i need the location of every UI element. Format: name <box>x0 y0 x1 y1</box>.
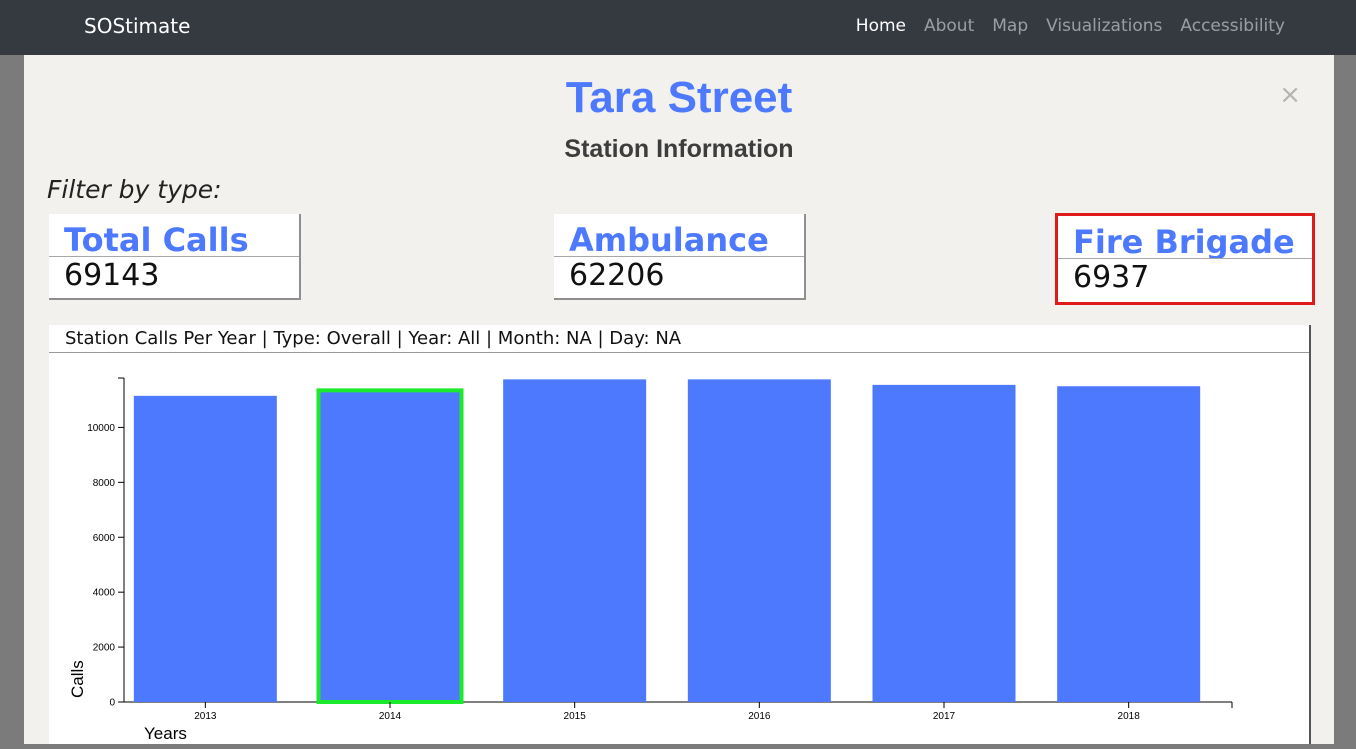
navbar: SOStimate Home About Map Visualizations … <box>0 0 1356 55</box>
x-tick-label: 2015 <box>564 711 587 722</box>
y-axis-label: Calls <box>68 660 87 698</box>
total-calls-card[interactable]: Total Calls 69143 <box>49 214 301 300</box>
x-tick-label: 2018 <box>1118 711 1141 722</box>
nav-accessibility[interactable]: Accessibility <box>1180 16 1285 36</box>
nav-visualizations[interactable]: Visualizations <box>1046 16 1162 36</box>
bar-2013[interactable] <box>133 395 277 702</box>
bar-2018[interactable] <box>1057 386 1201 702</box>
ambulance-card[interactable]: Ambulance 62206 <box>554 214 806 300</box>
x-tick-label: 2016 <box>748 711 771 722</box>
x-tick-label: 2017 <box>933 711 956 722</box>
fire-brigade-card[interactable]: Fire Brigade 6937 <box>1055 213 1315 305</box>
chart-panel: Station Calls Per Year | Type: Overall |… <box>49 325 1311 744</box>
card-title: Ambulance <box>554 214 804 257</box>
y-tick-label: 2000 <box>93 643 116 654</box>
brand-link[interactable]: SOStimate <box>84 14 190 38</box>
nav-home[interactable]: Home <box>856 16 906 36</box>
card-value: 62206 <box>569 258 665 293</box>
bar-2015[interactable] <box>503 379 647 702</box>
nav-map[interactable]: Map <box>992 16 1028 36</box>
card-value: 6937 <box>1073 260 1150 295</box>
nav-about[interactable]: About <box>924 16 974 36</box>
bar-2014[interactable] <box>316 388 464 705</box>
station-modal: × Tara Street Station Information Filter… <box>24 55 1334 744</box>
chart-header: Station Calls Per Year | Type: Overall |… <box>49 325 1309 353</box>
x-tick-label: 2013 <box>194 711 217 722</box>
y-tick-label: 10000 <box>87 423 115 434</box>
calls-per-year-chart: 0 2000 4000 6000 8000 10000 2013 2014 2015 2016 20… <box>68 377 1233 743</box>
x-tick-label: 2014 <box>379 711 402 722</box>
card-value: 69143 <box>64 258 160 293</box>
card-title: Fire Brigade <box>1058 216 1312 259</box>
nav-links: Home About Map Visualizations Accessibil… <box>856 16 1285 36</box>
card-title: Total Calls <box>49 214 299 257</box>
bar-2016[interactable] <box>687 379 831 702</box>
bar-2017[interactable] <box>872 384 1016 702</box>
y-tick-label: 0 <box>109 698 115 709</box>
x-axis-label: Years <box>144 724 187 743</box>
filter-label: Filter by type: <box>47 175 222 204</box>
y-tick-label: 4000 <box>93 588 116 599</box>
station-title: Tara Street <box>565 73 793 122</box>
station-subtitle: Station Information <box>564 135 794 163</box>
y-tick-label: 6000 <box>93 533 116 544</box>
y-tick-label: 8000 <box>93 478 116 489</box>
